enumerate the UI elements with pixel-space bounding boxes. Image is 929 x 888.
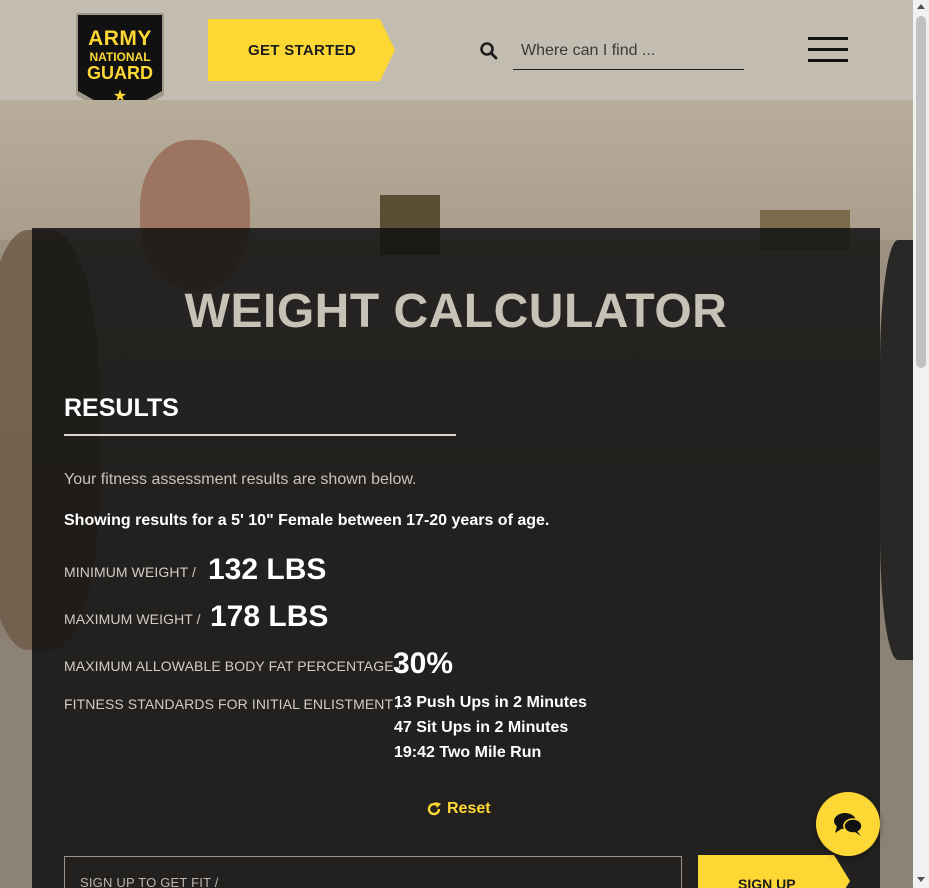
min-weight-label: MINIMUM WEIGHT /: [64, 564, 196, 580]
results-divider: [64, 434, 456, 436]
search-input[interactable]: [513, 33, 744, 70]
body-fat-value: 30%: [393, 647, 454, 680]
get-started-button[interactable]: GET STARTED: [208, 19, 395, 81]
sign-up-button[interactable]: SIGN UP: [698, 855, 850, 888]
logo-line-national: NATIONAL: [89, 50, 151, 64]
get-started-label: GET STARTED: [248, 41, 357, 59]
reset-button[interactable]: Reset: [426, 800, 491, 818]
results-intro-text: Your fitness assessment results are show…: [64, 471, 417, 488]
chat-button[interactable]: [816, 792, 880, 856]
sign-up-label: SIGN UP: [738, 876, 796, 888]
signup-email-field[interactable]: SIGN UP TO GET FIT /: [64, 856, 682, 888]
fitness-item: 19:42 Two Mile Run: [394, 744, 542, 761]
scroll-down-arrow-icon[interactable]: [917, 877, 925, 882]
logo-text: ARMY NATIONAL GUARD: [76, 28, 164, 82]
logo-line-guard: GUARD: [87, 63, 153, 83]
max-weight-label: MAXIMUM WEIGHT /: [64, 611, 201, 627]
page-scrollbar[interactable]: [913, 0, 929, 888]
logo-line-army: ARMY: [88, 27, 152, 50]
results-profile-text: Showing results for a 5' 10" Female betw…: [64, 512, 550, 529]
body-fat-label: MAXIMUM ALLOWABLE BODY FAT PERCENTAGE /: [64, 658, 402, 674]
max-weight-value: 178 LBS: [210, 600, 329, 633]
results-heading: RESULTS: [64, 394, 179, 422]
reset-label: Reset: [447, 800, 491, 817]
scrollbar-thumb[interactable]: [916, 16, 926, 368]
search-icon[interactable]: [479, 41, 499, 61]
fitness-standards-label: FITNESS STANDARDS FOR INITIAL ENLISTMENT…: [64, 696, 401, 712]
scroll-up-arrow-icon[interactable]: [917, 4, 925, 9]
weight-calculator-panel: WEIGHT CALCULATOR RESULTS Your fitness a…: [32, 228, 880, 888]
chat-bubbles-icon: [834, 813, 863, 836]
page-title: WEIGHT CALCULATOR: [184, 285, 728, 338]
reset-icon: [427, 802, 441, 816]
min-weight-value: 132 LBS: [208, 553, 327, 586]
signup-field-label: SIGN UP TO GET FIT /: [80, 875, 219, 888]
fitness-item: 13 Push Ups in 2 Minutes: [394, 694, 587, 711]
hamburger-menu-icon[interactable]: [806, 35, 850, 65]
site-header: ARMY NATIONAL GUARD ★ GET STARTED: [0, 0, 913, 121]
fitness-item: 47 Sit Ups in 2 Minutes: [394, 719, 569, 736]
